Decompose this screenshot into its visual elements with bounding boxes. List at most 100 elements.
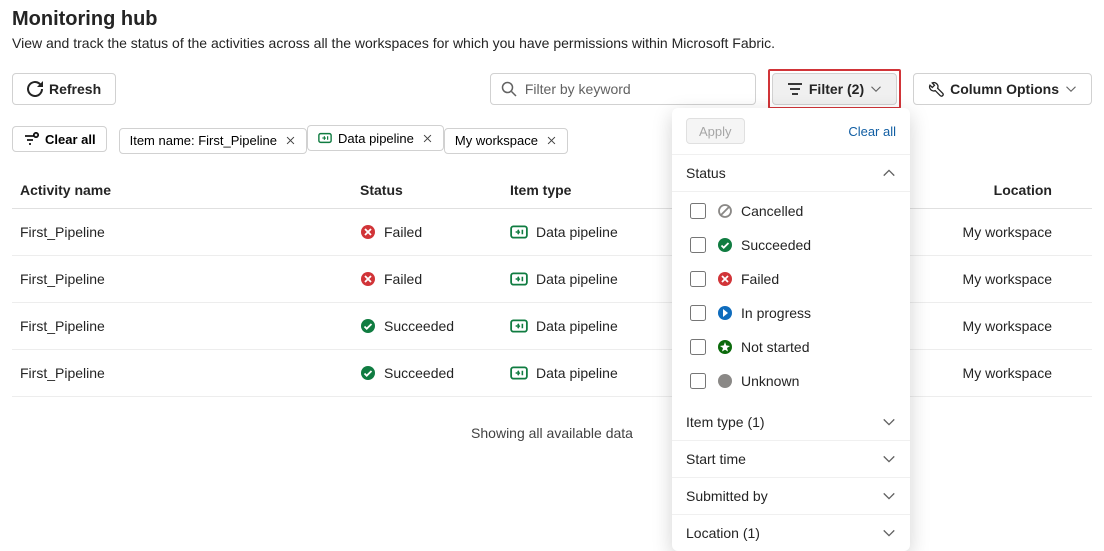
filter-button-highlight: Filter (2) [768, 69, 901, 109]
succeeded-icon [360, 365, 376, 381]
succeeded-icon [717, 237, 733, 253]
refresh-icon [27, 81, 43, 97]
cell-activity-name: First_Pipeline [12, 349, 352, 396]
cancelled-icon [717, 203, 733, 219]
page-title: Monitoring hub [12, 8, 1092, 31]
filter-checkbox[interactable] [690, 237, 706, 253]
col-location[interactable]: Location [932, 172, 1092, 209]
cell-location: My workspace [932, 208, 1092, 255]
chip-label: Data pipeline [338, 131, 414, 146]
cell-item-type: Data pipeline [502, 255, 672, 302]
failed-icon [717, 271, 733, 287]
filter-section-start-time-label: Start time [686, 451, 746, 467]
filter-option-cancelled[interactable]: Cancelled [672, 194, 910, 228]
cell-item-type: Data pipeline [502, 208, 672, 255]
cell-status: Succeeded [352, 302, 502, 349]
refresh-label: Refresh [49, 81, 101, 97]
wrench-icon [928, 81, 944, 97]
filter-section-status-label: Status [686, 165, 726, 181]
filter-option-label: Unknown [741, 373, 799, 389]
filter-section-location[interactable]: Location (1) [672, 515, 910, 551]
notstarted-icon [717, 339, 733, 355]
filter-section-status[interactable]: Status [672, 155, 910, 192]
cell-location: My workspace [932, 255, 1092, 302]
filter-checkbox[interactable] [690, 271, 706, 287]
activities-table: Activity name Status Item type Start Loc… [12, 172, 1092, 397]
filter-section-item-type[interactable]: Item type (1) [672, 404, 910, 441]
close-icon[interactable] [546, 135, 557, 146]
filter-option-failed[interactable]: Failed [672, 262, 910, 296]
refresh-button[interactable]: Refresh [12, 73, 116, 105]
column-options-button[interactable]: Column Options [913, 73, 1092, 105]
cell-status: Failed [352, 255, 502, 302]
failed-icon [360, 224, 376, 240]
data-pipeline-icon [510, 364, 528, 382]
filter-checkbox[interactable] [690, 339, 706, 355]
cell-status: Failed [352, 208, 502, 255]
table-row[interactable]: First_PipelineFailedData pipeline4:15 PM… [12, 255, 1092, 302]
chevron-down-icon [882, 526, 896, 540]
cell-location: My workspace [932, 349, 1092, 396]
search-input[interactable] [523, 80, 745, 98]
search-input-wrap[interactable] [490, 73, 756, 105]
filter-option-inprogress[interactable]: In progress [672, 296, 910, 330]
cell-item-type: Data pipeline [502, 349, 672, 396]
table-row[interactable]: First_PipelineSucceededData pipeline3:42… [12, 302, 1092, 349]
page-subtitle: View and track the status of the activit… [12, 35, 1092, 51]
data-pipeline-icon [318, 131, 332, 145]
clear-all-chips-button[interactable]: Clear all [12, 126, 107, 152]
filter-button[interactable]: Filter (2) [772, 73, 897, 105]
filter-chip[interactable]: Item name: First_Pipeline [119, 128, 307, 154]
filter-icon [787, 81, 803, 97]
filter-checkbox[interactable] [690, 203, 706, 219]
clear-all-label: Clear all [45, 132, 96, 147]
col-activity-name[interactable]: Activity name [12, 172, 352, 209]
filter-option-unknown[interactable]: Unknown [672, 364, 910, 398]
table-row[interactable]: First_PipelineSucceededData pipeline6:08… [12, 349, 1092, 396]
close-icon[interactable] [422, 133, 433, 144]
chevron-down-icon [882, 452, 896, 466]
filter-option-label: In progress [741, 305, 811, 321]
filter-checkbox[interactable] [690, 373, 706, 389]
cell-activity-name: First_Pipeline [12, 255, 352, 302]
filter-chip[interactable]: My workspace [444, 128, 568, 154]
filter-section-submitted-by-label: Submitted by [686, 488, 768, 504]
filter-section-location-label: Location (1) [686, 525, 760, 541]
filter-option-label: Succeeded [741, 237, 811, 253]
filter-panel: Apply Clear all Status Cancelled Succeede… [672, 108, 910, 551]
chevron-down-icon [870, 83, 882, 95]
data-pipeline-icon [510, 223, 528, 241]
column-options-label: Column Options [950, 81, 1059, 97]
apply-filter-button[interactable]: Apply [686, 118, 745, 144]
filter-section-submitted-by[interactable]: Submitted by [672, 478, 910, 515]
search-icon [501, 81, 517, 97]
table-row[interactable]: First_PipelineFailedData pipeline3:40 PM… [12, 208, 1092, 255]
cell-status: Succeeded [352, 349, 502, 396]
chip-label: Item name: First_Pipeline [130, 133, 277, 148]
filter-label: Filter (2) [809, 81, 864, 97]
panel-clear-all-link[interactable]: Clear all [848, 124, 896, 139]
chevron-up-icon [882, 166, 896, 180]
cell-item-type: Data pipeline [502, 302, 672, 349]
filter-option-label: Not started [741, 339, 809, 355]
col-status[interactable]: Status [352, 172, 502, 209]
col-item-type[interactable]: Item type [502, 172, 672, 209]
data-pipeline-icon [510, 317, 528, 335]
filter-option-succeeded[interactable]: Succeeded [672, 228, 910, 262]
filter-section-start-time[interactable]: Start time [672, 441, 910, 478]
filter-checkbox[interactable] [690, 305, 706, 321]
chevron-down-icon [882, 415, 896, 429]
filter-option-label: Failed [741, 271, 779, 287]
filter-option-notstarted[interactable]: Not started [672, 330, 910, 364]
chip-label: My workspace [455, 133, 538, 148]
cell-location: My workspace [932, 302, 1092, 349]
cell-activity-name: First_Pipeline [12, 302, 352, 349]
failed-icon [360, 271, 376, 287]
filter-chip[interactable]: Data pipeline [307, 125, 444, 151]
chevron-down-icon [882, 489, 896, 503]
filter-option-label: Cancelled [741, 203, 803, 219]
succeeded-icon [360, 318, 376, 334]
close-icon[interactable] [285, 135, 296, 146]
table-footer-text: Showing all available data [12, 397, 1092, 469]
filter-section-item-type-label: Item type (1) [686, 414, 765, 430]
